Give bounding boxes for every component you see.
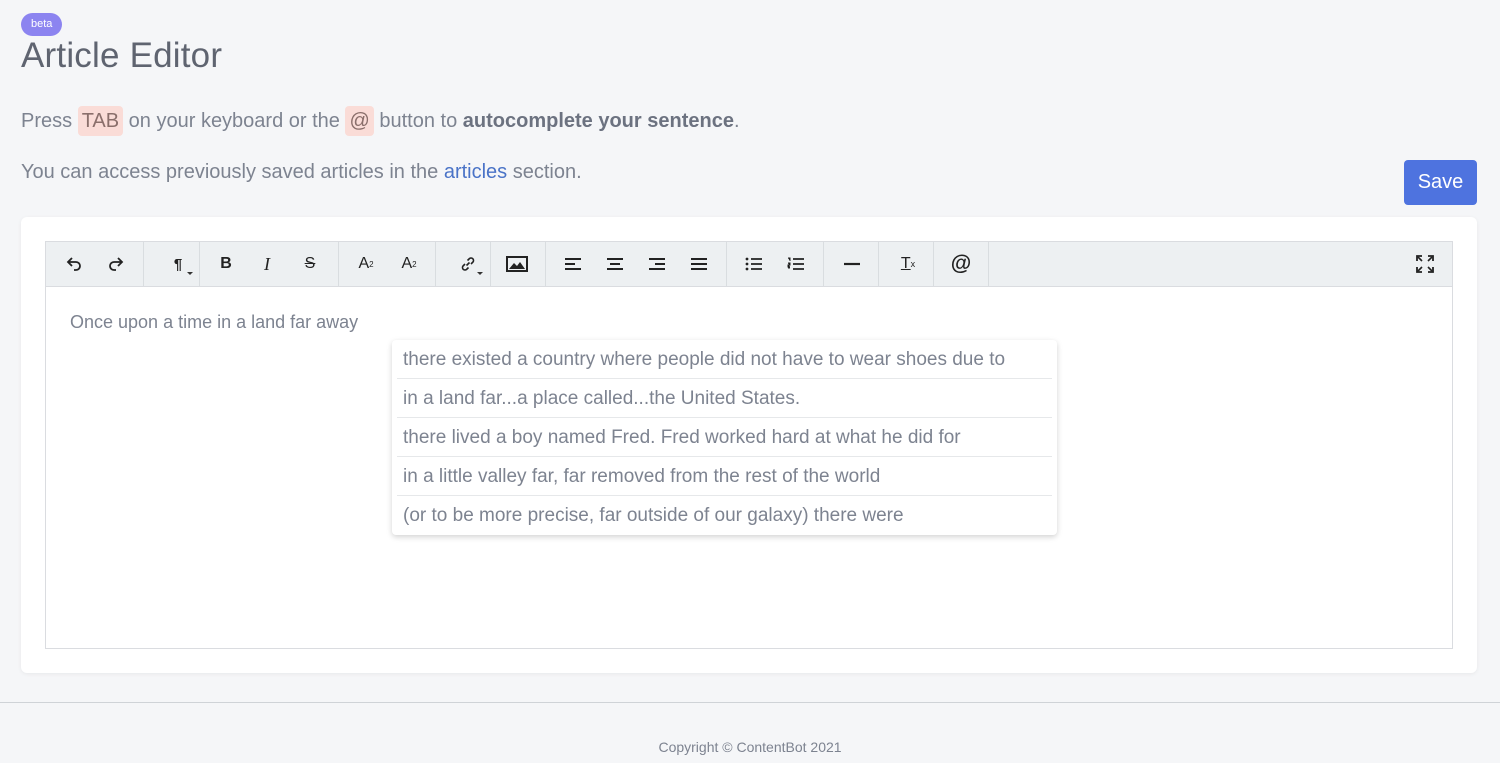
editor-content[interactable]: Once upon a time in a land far away [70, 312, 358, 333]
align-center-icon[interactable] [595, 242, 635, 286]
at-button-hint: @ [345, 106, 374, 136]
suggestion-item[interactable]: there existed a country where people did… [397, 340, 1052, 379]
bold-icon[interactable]: B [206, 242, 246, 286]
subscript-icon[interactable]: A2 [389, 242, 429, 286]
articles-link[interactable]: articles [444, 161, 507, 183]
save-button[interactable]: Save [1404, 160, 1477, 205]
link-icon[interactable] [444, 242, 492, 286]
autocomplete-instructions: Press TAB on your keyboard or the @ butt… [21, 106, 740, 136]
footer-copyright: Copyright © ContentBot 2021 [658, 739, 842, 755]
numbered-list-icon[interactable] [776, 242, 816, 286]
superscript-icon[interactable]: A2 [346, 242, 386, 286]
image-icon[interactable] [497, 242, 537, 286]
suggestion-item[interactable]: (or to be more precise, far outside of o… [397, 496, 1052, 535]
autocomplete-suggestions: there existed a country where people did… [392, 340, 1057, 535]
redo-icon[interactable] [96, 242, 136, 286]
tab-key-hint: TAB [77, 106, 124, 136]
italic-icon[interactable]: I [247, 242, 287, 286]
rich-text-editor: ¶ B I S A2 A2 T x @ Once upon a time in … [45, 241, 1453, 649]
paragraph-format-icon[interactable]: ¶ [154, 242, 202, 286]
suggestion-item[interactable]: in a little valley far, far removed from… [397, 457, 1052, 496]
clear-formatting-icon[interactable]: Tx [888, 242, 928, 286]
page-title: Article Editor [21, 36, 223, 75]
beta-badge: beta [21, 13, 63, 36]
editor-toolbar: ¶ B I S A2 A2 T x @ [46, 242, 1452, 287]
footer-divider [0, 702, 1500, 703]
articles-instructions: You can access previously saved articles… [21, 161, 582, 183]
align-justify-icon[interactable] [679, 242, 719, 286]
align-right-icon[interactable] [637, 242, 677, 286]
undo-icon[interactable] [54, 242, 94, 286]
suggestion-item[interactable]: there lived a boy named Fred. Fred worke… [397, 418, 1052, 457]
fullscreen-icon[interactable] [1405, 242, 1445, 286]
align-left-icon[interactable] [553, 242, 593, 286]
editor-card: ¶ B I S A2 A2 T x @ Once upon a time in … [21, 217, 1477, 673]
strikethrough-icon[interactable]: S [290, 242, 330, 286]
bullet-list-icon[interactable] [734, 242, 774, 286]
autocomplete-at-icon[interactable]: @ [941, 242, 981, 286]
suggestion-item[interactable]: in a land far...a place called...the Uni… [397, 379, 1052, 418]
horizontal-rule-icon[interactable] [832, 242, 872, 286]
